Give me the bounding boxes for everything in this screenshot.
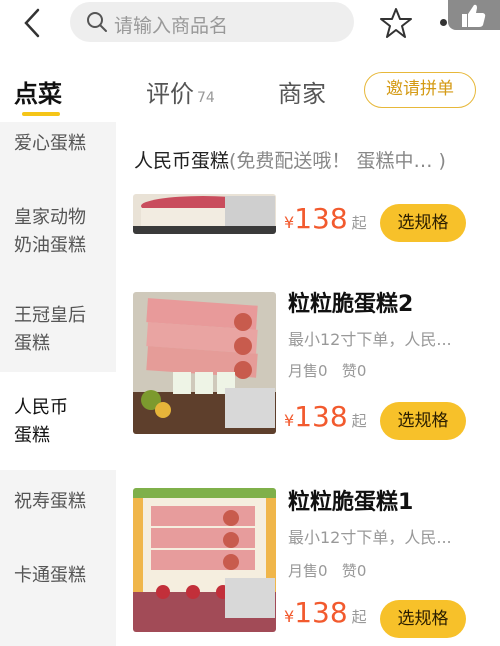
sidebar-item-label: 王冠皇后 <box>14 305 86 326</box>
category-sidebar: 爱心蛋糕 皇家动物 奶油蛋糕 王冠皇后 蛋糕 人民币 蛋糕 祝寿蛋糕 卡通蛋糕 <box>0 122 116 646</box>
product-description: 最小12寸下单，人民... <box>288 330 452 349</box>
select-spec-button[interactable]: 选规格 <box>380 204 466 242</box>
select-spec-button[interactable]: 选规格 <box>380 402 466 440</box>
monthly-sales: 月售0 <box>288 562 328 580</box>
product-name: 粒粒脆蛋糕2 <box>288 292 414 317</box>
likes-count: 赞0 <box>341 562 367 580</box>
currency-symbol: ¥ <box>284 607 295 626</box>
product-price: ¥138 起 <box>284 400 367 433</box>
search-icon <box>87 12 107 32</box>
section-title: 人民币蛋糕(免费配送哦！ 蛋糕中… ) <box>134 146 446 173</box>
review-count: 74 <box>197 90 215 106</box>
tab-reviews-label: 评价 <box>146 80 194 108</box>
sidebar-item-cartoon-cake[interactable]: 卡通蛋糕 <box>0 562 116 590</box>
product-list: 人民币蛋糕(免费配送哦！ 蛋糕中… ) ¥138 起 选规格 粒粒脆蛋糕2 最小… <box>116 122 500 646</box>
product-stats: 月售0 赞0 <box>288 560 366 581</box>
sidebar-item-birthday-cake[interactable]: 祝寿蛋糕 <box>0 488 116 516</box>
product-image[interactable] <box>133 292 276 434</box>
sidebar-item-label: 祝寿蛋糕 <box>14 491 86 512</box>
section-title-text: 人民币蛋糕 <box>134 150 230 172</box>
more-dot-icon[interactable] <box>440 19 447 26</box>
product-image[interactable] <box>133 488 276 632</box>
section-note: (免费配送哦！ 蛋糕中… ) <box>229 150 446 172</box>
sidebar-item-rmb-cake[interactable]: 人民币 蛋糕 <box>0 372 116 470</box>
search-input[interactable]: 请输入商品名 <box>70 2 354 42</box>
tab-bar: 点菜 评价 74 商家 邀请拼单 <box>0 60 500 122</box>
cake-image <box>133 488 276 632</box>
top-bar: 请输入商品名 <box>0 0 500 48</box>
monthly-sales: 月售0 <box>288 362 328 380</box>
thumbs-up-icon <box>462 4 486 28</box>
cake-image <box>133 292 276 434</box>
price-from: 起 <box>351 608 367 626</box>
product-name: 粒粒脆蛋糕1 <box>288 490 414 515</box>
tab-merchant[interactable]: 商家 <box>278 74 326 109</box>
tab-order[interactable]: 点菜 <box>14 74 62 109</box>
currency-symbol: ¥ <box>284 213 295 232</box>
sidebar-item-label: 蛋糕 <box>14 333 50 354</box>
likes-count: 赞0 <box>341 362 367 380</box>
sidebar-item-label: 蛋糕 <box>14 425 50 446</box>
price-value: 138 <box>294 400 348 433</box>
price-value: 138 <box>294 202 348 235</box>
sidebar-item-love-cake[interactable]: 爱心蛋糕 <box>0 130 116 158</box>
cake-image <box>133 194 276 234</box>
sidebar-item-label: 爱心蛋糕 <box>14 133 86 154</box>
price-from: 起 <box>351 412 367 430</box>
product-price: ¥138 起 <box>284 202 367 235</box>
product-image[interactable] <box>133 194 276 234</box>
product-description: 最小12寸下单，人民... <box>288 528 452 547</box>
back-arrow-icon[interactable] <box>18 6 46 40</box>
sidebar-item-label: 奶油蛋糕 <box>14 235 86 256</box>
sidebar-item-label: 卡通蛋糕 <box>14 565 86 586</box>
select-spec-button[interactable]: 选规格 <box>380 600 466 638</box>
tab-reviews[interactable]: 评价 74 <box>146 74 215 109</box>
price-from: 起 <box>351 214 367 232</box>
sidebar-item-royal-cream-cake[interactable]: 皇家动物 奶油蛋糕 <box>0 204 116 260</box>
product-stats: 月售0 赞0 <box>288 360 366 381</box>
sidebar-item-label: 皇家动物 <box>14 207 86 228</box>
thumbs-up-badge <box>448 0 500 30</box>
price-value: 138 <box>294 596 348 629</box>
currency-symbol: ¥ <box>284 411 295 430</box>
sidebar-item-crown-queen-cake[interactable]: 王冠皇后 蛋糕 <box>0 302 116 358</box>
product-price: ¥138 起 <box>284 596 367 629</box>
sidebar-item-label: 人民币 <box>14 397 68 418</box>
search-placeholder: 请输入商品名 <box>114 15 229 37</box>
active-tab-indicator <box>22 112 60 116</box>
invite-group-order-button[interactable]: 邀请拼单 <box>364 72 476 108</box>
star-icon[interactable] <box>378 6 414 40</box>
